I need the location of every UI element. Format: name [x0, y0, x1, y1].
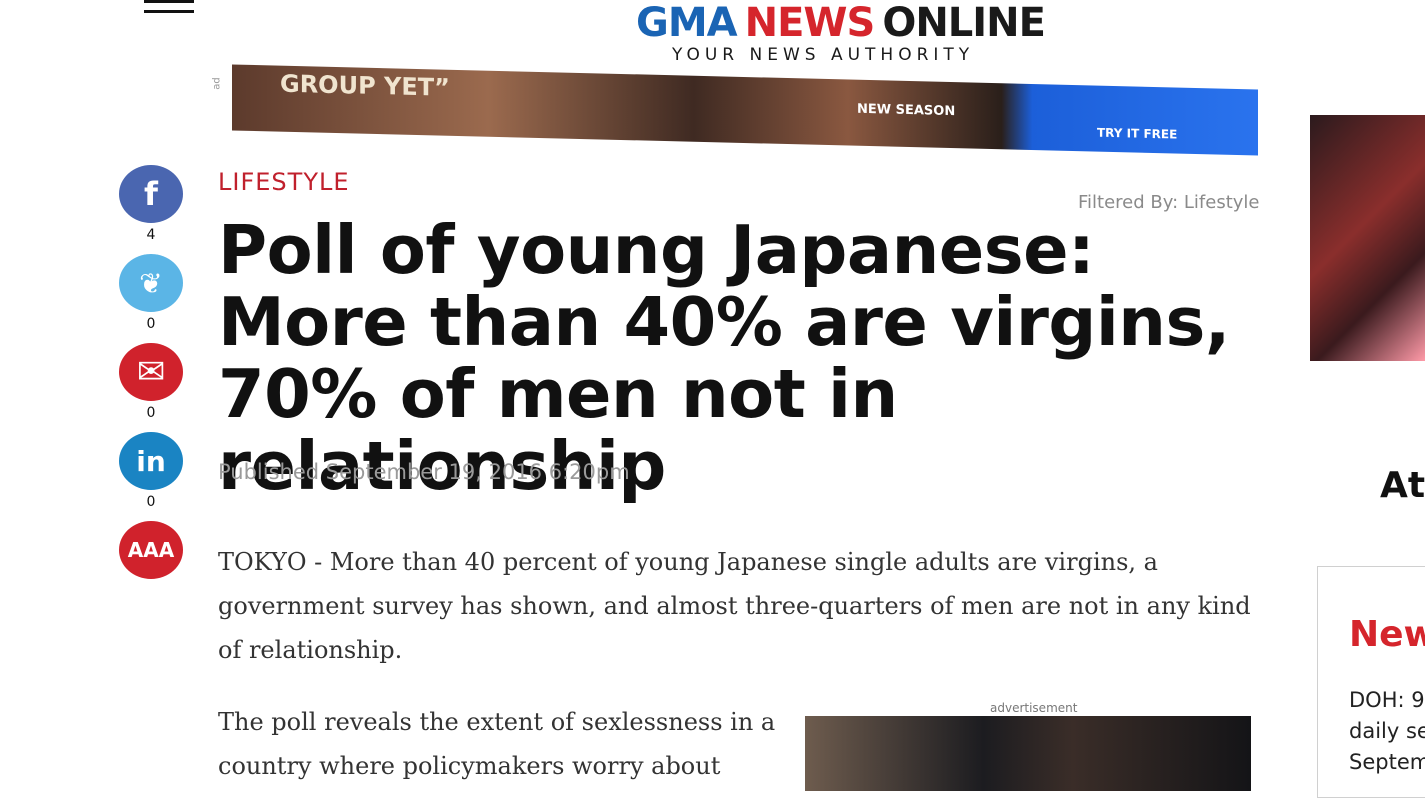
sidebar-section-heading: At: [1380, 465, 1425, 506]
advertisement-video[interactable]: [805, 716, 1251, 791]
logo-tagline: YOUR NEWS AUTHORITY: [672, 45, 975, 65]
twitter-count: 0: [146, 316, 156, 332]
sidebar-text-line: daily se: [1349, 719, 1425, 743]
sidebar-thumbnail[interactable]: [1310, 115, 1425, 361]
font-size-icon[interactable]: AAA: [119, 521, 183, 579]
sidebar-panel-text[interactable]: DOH: 9 daily se Septem: [1349, 685, 1425, 778]
article-category[interactable]: LIFESTYLE: [218, 168, 350, 196]
sidebar-text-line: DOH: 9: [1349, 688, 1425, 712]
article-paragraph-1: TOKYO - More than 40 percent of young Ja…: [218, 548, 1251, 664]
filtered-by-label: Filtered By: Lifestyle: [1078, 192, 1260, 213]
email-count: 0: [146, 405, 156, 421]
ad-banner-subtext: NEW SEASON: [857, 101, 956, 120]
facebook-count: 4: [146, 227, 156, 243]
ad-banner-cta[interactable]: TRY IT FREE: [1097, 126, 1177, 142]
hamburger-menu-icon[interactable]: [144, 0, 194, 14]
linkedin-share: in 0: [119, 432, 183, 510]
twitter-icon[interactable]: ❦: [119, 254, 183, 312]
advertisement-label: advertisement: [990, 701, 1078, 715]
facebook-icon[interactable]: f: [119, 165, 183, 223]
email-share: ✉ 0: [119, 343, 183, 421]
linkedin-count: 0: [146, 494, 156, 510]
article-headline: Poll of young Japanese: More than 40% ar…: [218, 211, 1230, 505]
ad-banner-text: GROUP YET”: [280, 69, 450, 102]
logo-gma: GMA: [636, 0, 738, 46]
logo-wordmark: GMA NEWS ONLINE: [636, 0, 1046, 46]
logo-online: ONLINE: [882, 0, 1046, 46]
published-date: Published September 19, 2016 6:20pm: [218, 460, 630, 484]
sidebar-panel-heading: New: [1349, 614, 1425, 655]
linkedin-icon[interactable]: in: [119, 432, 183, 490]
twitter-share: ❦ 0: [119, 254, 183, 332]
font-size-control: AAA: [119, 521, 183, 579]
ad-marker: ad: [211, 77, 223, 90]
sidebar-text-line: Septem: [1349, 750, 1425, 774]
logo-news: NEWS: [744, 0, 876, 46]
site-logo[interactable]: GMA NEWS ONLINE YOUR NEWS AUTHORITY: [636, 0, 1096, 80]
ad-banner[interactable]: GROUP YET” NEW SEASON TRY IT FREE: [232, 64, 1258, 156]
article-paragraph-2: The poll reveals the extent of sexlessne…: [218, 708, 776, 780]
mail-icon[interactable]: ✉: [119, 343, 183, 401]
facebook-share: f 4: [119, 165, 183, 243]
